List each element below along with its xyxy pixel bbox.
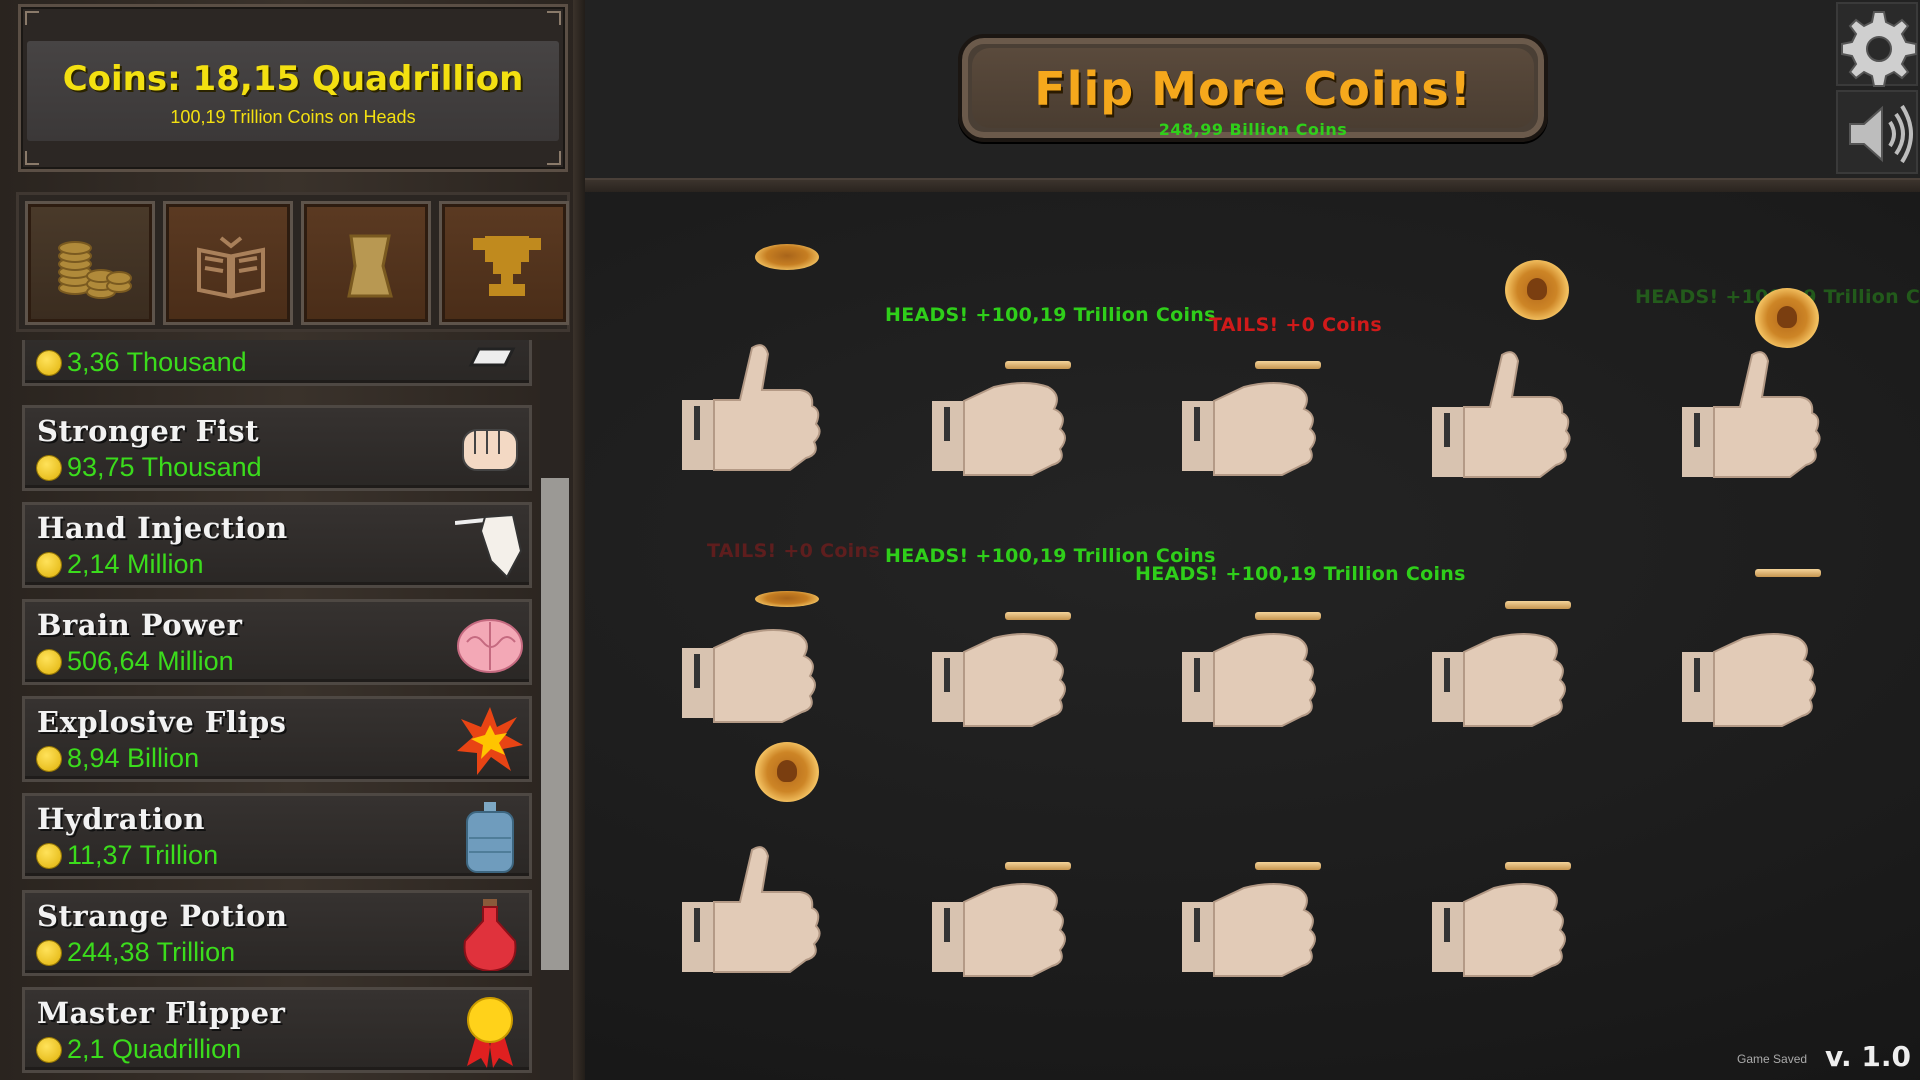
potion-icon: [463, 899, 517, 971]
flip-button-title: Flip More Coins!: [1034, 62, 1472, 116]
speaker-icon: [1849, 104, 1913, 164]
tab-scroll[interactable]: [301, 201, 431, 325]
fist-hand[interactable]: [930, 858, 1080, 998]
upgrade-name: Hand Injection: [37, 511, 288, 545]
upgrade-cost: 8,94 Billion: [67, 743, 200, 773]
flip-button-inner: Flip More Coins! 248,99 Billion Coins: [972, 48, 1534, 139]
flip-more-coins-button[interactable]: Flip More Coins! 248,99 Billion Coins: [958, 34, 1548, 142]
upgrade-item[interactable]: Hydration 11,37 Trillion: [22, 793, 532, 879]
tab-bar: [16, 192, 570, 332]
water-jug-icon: [466, 802, 514, 873]
coin-icon: [37, 455, 61, 480]
tails-result-text: TAILS! +0 Coins: [707, 540, 880, 562]
flip-button-price: 248,99 Billion Coins: [1158, 120, 1348, 139]
upgrade-cost: 506,64 Million: [67, 646, 234, 676]
upgrade-item[interactable]: Hand Injection 2,14 Million: [22, 502, 532, 588]
coins-total: Coins: 18,15 Quadrillion: [62, 59, 524, 99]
coin-counter-panel: Coins: 18,15 Quadrillion 100,19 Trillion…: [18, 4, 568, 172]
upgrade-item[interactable]: Master Flipper 2,1 Quadrillion: [22, 987, 532, 1073]
flipping-coin: [755, 244, 819, 270]
medal-icon: [467, 997, 513, 1068]
game-saved-status: Game Saved: [1737, 1052, 1808, 1066]
flipping-coin: [1505, 260, 1569, 320]
upgrade-item[interactable]: Strange Potion 244,38 Trillion: [22, 890, 532, 976]
thumb-up-hand[interactable]: [1430, 347, 1580, 487]
fist-hand[interactable]: [1180, 357, 1330, 497]
coin-icon: [37, 1037, 61, 1062]
coin-icon: [37, 552, 61, 577]
corner-ornament: [25, 151, 39, 165]
left-panel: Coins: 18,15 Quadrillion 100,19 Trillion…: [0, 0, 585, 1080]
upgrade-cost: 3,36 Thousand: [67, 347, 247, 377]
upgrade-list: 3,36 Thousand Stronger Fist 93,75 Thousa…: [16, 340, 538, 1080]
top-bar-divider: [585, 178, 1920, 192]
game-screen: Coins: 18,15 Quadrillion 100,19 Trillion…: [0, 0, 1920, 1080]
fist-hand[interactable]: [1180, 858, 1330, 998]
coin-icon: [37, 940, 61, 965]
heads-result-text: HEADS! +100,19 Trillion Coins: [1135, 563, 1466, 585]
tails-result-text: TAILS! +0 Coins: [1209, 314, 1382, 336]
brain-icon: [457, 619, 523, 673]
flipping-coin: [755, 742, 819, 802]
scrollbar-thumb[interactable]: [541, 478, 569, 970]
coin-stack-icon: [58, 241, 132, 299]
upgrade-name: Brain Power: [37, 608, 243, 642]
sound-button[interactable]: [1836, 90, 1918, 174]
upgrade-cost: 2,1 Quadrillion: [67, 1034, 242, 1064]
thumb-up-hand[interactable]: [680, 340, 830, 480]
upgrade-name: Strange Potion: [37, 899, 288, 933]
fist-hand[interactable]: [680, 604, 830, 744]
fist-hand[interactable]: [930, 357, 1080, 497]
settings-button[interactable]: [1836, 2, 1918, 87]
fist-hand[interactable]: [1430, 608, 1580, 748]
version-label: v. 1.0: [1825, 1040, 1911, 1073]
upgrade-name: Hydration: [37, 802, 205, 836]
thumb-up-hand[interactable]: [1680, 347, 1830, 487]
upgrade-name: Stronger Fist: [37, 414, 259, 448]
trophy-icon: [473, 236, 541, 296]
tab-book[interactable]: [163, 201, 293, 325]
explosion-icon: [457, 707, 523, 775]
upgrade-item[interactable]: Stronger Fist 93,75 Thousand: [22, 405, 532, 491]
flipping-coin: [1755, 288, 1819, 348]
upgrade-cost: 93,75 Thousand: [67, 452, 262, 482]
upgrade-item[interactable]: Brain Power 506,64 Million: [22, 599, 532, 685]
tab-trophy[interactable]: [439, 201, 569, 325]
play-area[interactable]: HEADS! +100,19 Trillion Coins TAILS! +0 …: [585, 192, 1920, 1080]
fist-hand[interactable]: [1180, 608, 1330, 748]
coin-counter-inner: Coins: 18,15 Quadrillion 100,19 Trillion…: [27, 41, 559, 141]
gear-icon: [1841, 11, 1917, 87]
book-icon: [468, 347, 516, 367]
coin-icon: [37, 350, 61, 375]
corner-ornament: [547, 151, 561, 165]
corner-ornament: [547, 11, 561, 25]
fist-icon: [462, 429, 518, 471]
upgrade-name: Explosive Flips: [37, 705, 287, 739]
coin-icon: [37, 843, 61, 868]
upgrade-item[interactable]: Explosive Flips 8,94 Billion: [22, 696, 532, 782]
coins-on-heads: 100,19 Trillion Coins on Heads: [170, 107, 416, 127]
upgrade-name: Master Flipper: [37, 996, 286, 1030]
fist-hand[interactable]: [1680, 608, 1830, 748]
coin-icon: [37, 649, 61, 674]
flipping-coin: [1755, 569, 1821, 577]
fist-hand[interactable]: [1430, 858, 1580, 998]
corner-ornament: [25, 11, 39, 25]
tab-coins[interactable]: [25, 201, 155, 325]
heads-result-text: HEADS! +100,19 Trillion Coins: [885, 304, 1216, 326]
coin-icon: [37, 746, 61, 771]
thumb-up-hand[interactable]: [680, 842, 830, 982]
scroll-icon: [347, 234, 393, 298]
upgrade-item[interactable]: 3,36 Thousand: [22, 340, 532, 386]
upgrade-cost: 11,37 Trillion: [67, 840, 219, 870]
fist-hand[interactable]: [930, 608, 1080, 748]
upgrade-cost: 2,14 Million: [67, 549, 204, 579]
upgrade-cost: 244,38 Trillion: [67, 937, 236, 967]
syringe-hand-icon: [455, 513, 523, 579]
open-book-icon: [197, 236, 265, 299]
